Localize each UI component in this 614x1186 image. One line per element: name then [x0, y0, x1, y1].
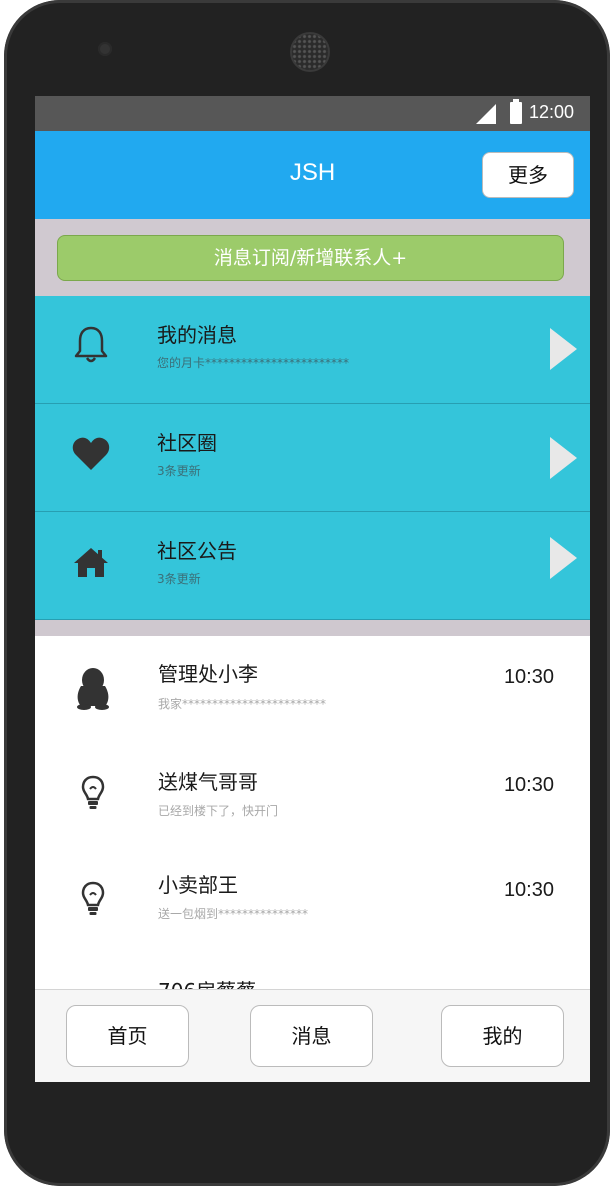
more-button[interactable]: 更多 [482, 152, 574, 198]
tab-home[interactable]: 首页 [66, 1005, 189, 1067]
bell-icon [71, 325, 111, 365]
feature-item-community-notice[interactable]: 社区公告 3条更新 [35, 512, 590, 620]
subscribe-area: 消息订阅/新增联系人+ [35, 219, 590, 296]
feature-title: 社区圈 [157, 431, 217, 455]
battery-icon [510, 99, 522, 124]
chevron-right-icon [550, 437, 577, 479]
heart-icon [71, 434, 111, 474]
screen: 12:00 JSH 更多 消息订阅/新增联系人+ 我的消息 您的月卡******… [35, 96, 590, 1082]
feature-title: 我的消息 [157, 323, 237, 347]
feature-item-community-circle[interactable]: 社区圈 3条更新 [35, 404, 590, 512]
chevron-right-icon [550, 537, 577, 579]
status-time: 12:00 [528, 102, 574, 122]
feature-title: 社区公告 [157, 539, 237, 563]
message-item[interactable]: 送煤气哥哥 已经到楼下了，快开门 10:30 [35, 744, 590, 848]
message-title: 小卖部王 [158, 873, 238, 897]
qq-penguin-icon [71, 666, 115, 710]
subscribe-button[interactable]: 消息订阅/新增联系人+ [57, 235, 564, 281]
message-title: 706房蔡蔡 [158, 975, 256, 990]
earpiece-speaker [290, 32, 330, 72]
message-list: 管理处小李 我家************************ 10:30 送… [35, 636, 590, 990]
feature-list: 我的消息 您的月卡************************ 社区圈 3条… [35, 296, 590, 620]
message-preview: 送一包烟到*************** [158, 907, 309, 921]
lightbulb-icon [71, 771, 115, 815]
message-preview: 已经到楼下了，快开门 [158, 804, 279, 818]
phone-frame: 12:00 JSH 更多 消息订阅/新增联系人+ 我的消息 您的月卡******… [4, 0, 610, 1186]
status-bar: 12:00 [35, 96, 590, 131]
app-bar: JSH 更多 [35, 131, 590, 219]
bottom-tab-bar: 首页 消息 我的 [35, 989, 590, 1082]
message-title: 管理处小李 [158, 662, 258, 686]
message-item[interactable]: 小卖部王 送一包烟到*************** 10:30 [35, 847, 590, 956]
section-divider [35, 620, 590, 636]
message-item[interactable]: 706房蔡蔡 [35, 955, 590, 990]
message-time: 10:30 [503, 666, 554, 688]
message-time: 10:30 [503, 879, 554, 901]
message-item[interactable]: 管理处小李 我家************************ 10:30 [35, 636, 590, 745]
tab-me[interactable]: 我的 [441, 1005, 564, 1067]
home-icon [71, 542, 111, 582]
feature-item-my-messages[interactable]: 我的消息 您的月卡************************ [35, 296, 590, 404]
lightbulb-icon [71, 877, 115, 921]
feature-subtitle: 3条更新 [157, 572, 201, 586]
message-time: 10:30 [503, 774, 554, 796]
tab-messages[interactable]: 消息 [250, 1005, 373, 1067]
feature-subtitle: 您的月卡************************ [157, 356, 350, 370]
front-camera [98, 42, 112, 56]
feature-subtitle: 3条更新 [157, 464, 201, 478]
message-title: 送煤气哥哥 [158, 770, 258, 794]
message-preview: 我家************************ [158, 697, 327, 711]
signal-icon [476, 104, 496, 124]
chevron-right-icon [550, 328, 577, 370]
